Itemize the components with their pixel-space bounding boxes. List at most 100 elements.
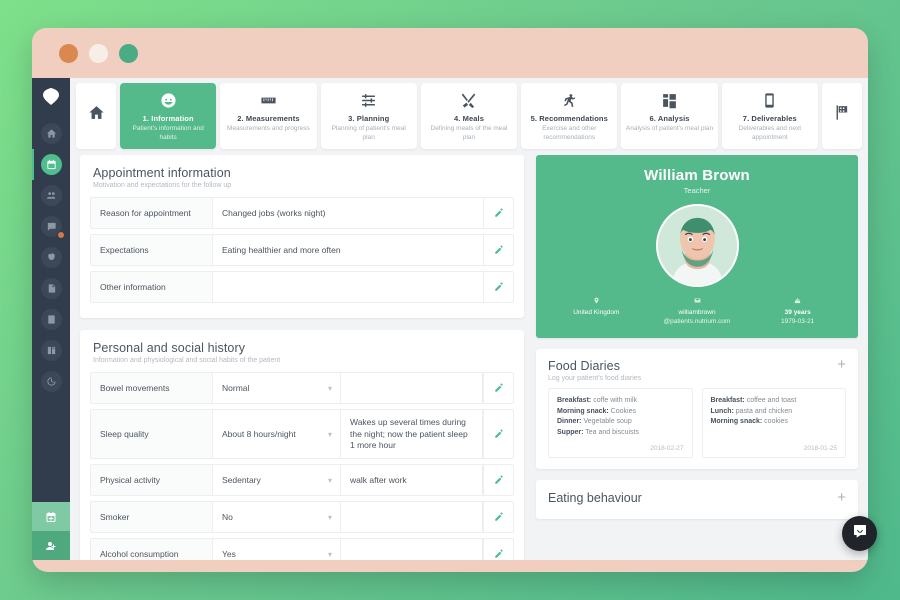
tab-measurements[interactable]: 2. Measurements Measurements and progres… [220,83,317,150]
row-select[interactable]: Yes ▾ [213,539,341,560]
sidebar-bottom-actions [32,502,70,560]
tab-subtitle: Deliverables and next appointment [738,125,802,141]
list-item[interactable]: Breakfast: coffee and toast Lunch: pasta… [701,387,846,459]
tab-meals[interactable]: 4. Meals Defining meals of the meal plan [420,83,518,150]
row-note[interactable] [341,502,483,533]
tab-title: 1. Information [142,114,194,123]
sidebar-item-library[interactable] [40,340,62,361]
row-select[interactable]: Sedentary ▾ [213,465,341,496]
window-minimize-button[interactable] [89,43,108,63]
edit-pencil-icon[interactable] [483,502,513,533]
window-maximize-button[interactable] [119,43,138,63]
chevron-down-icon: ▾ [327,429,332,439]
row-select[interactable]: No ▾ [213,502,341,533]
tab-planning[interactable]: 3. Planning Planning of patient's meal p… [320,83,417,150]
meal-label: Supper: [557,429,584,437]
table-row: Expectations Eating healthier and more o… [90,234,514,267]
meal-label: Breakfast: [710,396,745,404]
sidebar-item-patients[interactable] [40,185,62,206]
diary-line: Morning snack: Cookies [557,407,684,418]
card-subtitle: Motivation and expectations for the foll… [93,182,232,190]
tab-analysis[interactable]: 6. Analysis Analysis of patient's meal p… [621,83,718,150]
main-area: 1. Information Patient's information and… [70,78,868,560]
table-row: Alcohol consumption Yes ▾ [90,538,514,560]
row-label: Sleep quality [91,410,213,459]
meal-value: coffee and toast [744,396,797,404]
sidebar-item-meal-plans[interactable] [40,278,62,299]
window-titlebar [32,28,868,78]
meal-label: Morning snack: [710,418,763,426]
sidebar-item-messages[interactable] [40,216,65,239]
row-select[interactable]: About 8 hours/night ▾ [213,410,341,459]
row-note[interactable]: Wakes up several times during the night;… [341,410,483,459]
card-subtitle: Log your patient's food diaries [548,374,642,382]
chevron-down-icon: ▾ [327,383,332,393]
edit-pencil-icon[interactable] [483,198,513,229]
card-header: Appointment information Motivation and e… [80,155,524,197]
chevron-down-icon: ▾ [327,549,332,559]
appointment-rows: Reason for appointment Changed jobs (wor… [80,197,524,318]
list-item[interactable]: Breakfast: coffe with milk Morning snack… [548,387,693,459]
add-food-diary-button[interactable]: + [837,357,846,372]
table-row: Smoker No ▾ [90,501,514,534]
table-row: Reason for appointment Changed jobs (wor… [90,197,514,230]
nutrium-leaf-logo[interactable] [39,85,63,109]
sidebar-item-calendar[interactable] [32,149,62,180]
table-row: Physical activity Sedentary ▾ walk after… [90,464,514,497]
row-label: Expectations [91,235,213,266]
sidebar-item-reports[interactable] [40,309,62,330]
eating-behaviour-card: Eating behaviour + [536,480,858,520]
location-value: United Kingdom [573,309,620,317]
row-value[interactable] [213,272,483,302]
cutlery-icon [460,91,477,109]
tab-recommendations[interactable]: 5. Recommendations Exercise and other re… [521,83,618,150]
sidebar-item-home[interactable] [40,123,62,144]
sidebar-item-history[interactable] [40,371,62,392]
email-domain: @patients.nutrium.com [663,318,731,326]
meal-label: Lunch: [710,407,734,415]
browser-window: 1. Information Patient's information and… [32,28,868,572]
chat-widget-button[interactable] [842,516,877,551]
tab-title: 5. Recommendations [530,114,608,123]
edit-pencil-icon[interactable] [483,373,513,404]
patient-role: Teacher [683,186,711,196]
row-label: Alcohol consumption [91,539,213,560]
select-value: No [222,512,233,523]
mobile-icon [761,91,778,109]
sidebar-nav [32,78,70,560]
tab-subtitle: Exercise and other recommendations [542,125,597,141]
window-close-button[interactable] [59,43,78,63]
ruler-icon [260,91,277,109]
patient-email: williambrown @patients.nutrium.com [649,297,746,327]
email-local: williambrown [678,309,716,317]
meal-value: Vegetable soup [581,418,632,426]
tab-deliverables[interactable]: 7. Deliverables Deliverables and next ap… [721,83,818,150]
patient-age: 39 years 1979-03-21 [749,297,846,327]
row-note[interactable]: walk after work [341,465,483,496]
tab-finish[interactable] [821,83,862,150]
sidebar-item-foods[interactable] [40,247,62,268]
row-select[interactable]: Normal ▾ [213,373,341,404]
meal-value: Cookies [608,407,636,415]
add-appointment-button[interactable] [32,502,70,531]
edit-pencil-icon[interactable] [483,272,513,303]
edit-pencil-icon[interactable] [483,410,513,459]
diary-line: Supper: Tea and biscuists [557,428,684,439]
row-note[interactable] [341,539,483,560]
food-diaries-card: Food Diaries Log your patient's food dia… [536,348,858,470]
tab-home[interactable] [76,83,116,150]
row-value[interactable]: Eating healthier and more often [213,235,483,265]
location-pin-icon [548,297,645,306]
tab-title: 7. Deliverables [742,114,797,123]
row-value[interactable]: Changed jobs (works night) [213,198,483,228]
avatar[interactable] [655,204,739,288]
running-icon [561,91,578,109]
edit-pencil-icon[interactable] [483,235,513,266]
card-subtitle: Information and physiological and social… [93,357,281,365]
add-eating-behaviour-button[interactable]: + [837,490,846,505]
row-note[interactable] [341,373,483,404]
tab-information[interactable]: 1. Information Patient's information and… [120,83,217,150]
add-patient-button[interactable] [32,531,70,560]
edit-pencil-icon[interactable] [483,539,513,560]
edit-pencil-icon[interactable] [483,465,513,496]
